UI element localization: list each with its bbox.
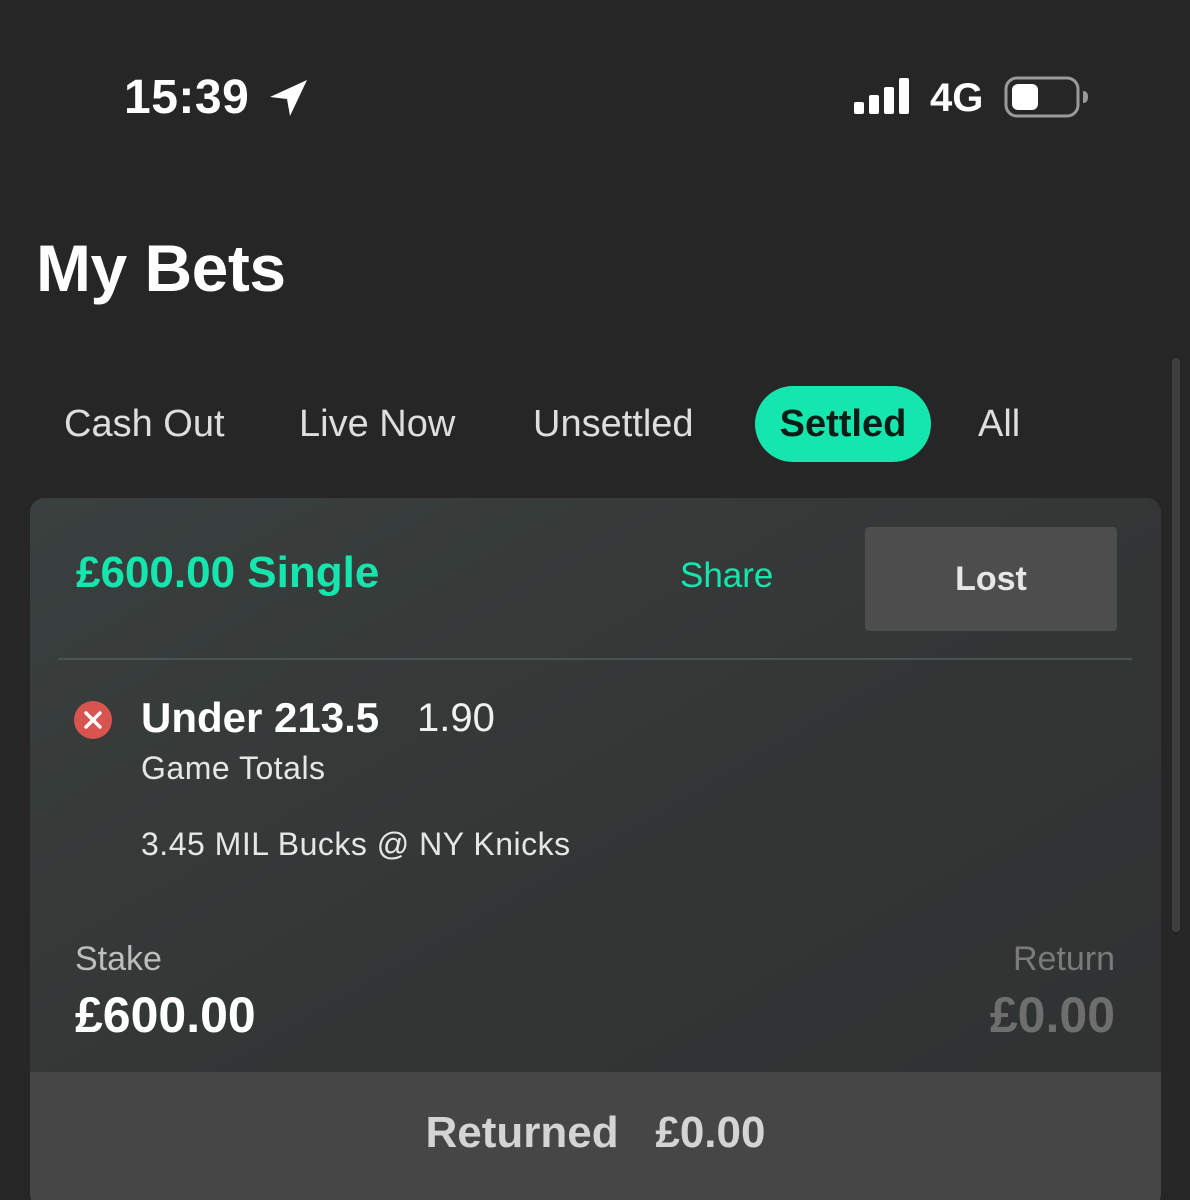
- selection-odds: 1.90: [417, 696, 495, 740]
- stake-label: Stake: [75, 940, 162, 978]
- selection-name: Under 213.5: [141, 694, 380, 741]
- battery-icon: [1004, 76, 1088, 118]
- tab-live-now[interactable]: Live Now: [299, 386, 455, 462]
- scrollbar[interactable]: [1172, 358, 1180, 932]
- returned-value: £0.00: [655, 1108, 766, 1157]
- divider: [58, 658, 1132, 660]
- page-title: My Bets: [36, 231, 286, 305]
- share-button[interactable]: Share: [680, 556, 773, 596]
- tab-settled[interactable]: Settled: [755, 386, 931, 462]
- location-arrow-icon: [270, 80, 307, 116]
- lost-x-icon: [74, 701, 112, 739]
- status-badge: Lost: [865, 527, 1117, 631]
- bet-card[interactable]: £600.00 Single Share Lost Under 213.5 1.…: [30, 498, 1161, 1200]
- stake-value: £600.00: [75, 987, 256, 1043]
- network-type: 4G: [930, 76, 984, 120]
- event-name[interactable]: 3.45 MIL Bucks @ NY Knicks: [141, 826, 571, 863]
- returned-text: Returned £0.00: [30, 1108, 1161, 1158]
- tab-cash-out[interactable]: Cash Out: [64, 386, 225, 462]
- status-time: 15:39: [124, 71, 250, 124]
- signal-bars-icon: [854, 78, 909, 114]
- bet-title: £600.00 Single: [76, 548, 380, 597]
- return-label: Return: [1012, 940, 1115, 978]
- tab-unsettled[interactable]: Unsettled: [533, 386, 694, 462]
- tab-all[interactable]: All: [978, 386, 1020, 462]
- return-value: £0.00: [989, 987, 1115, 1043]
- my-bets-screen: 15:39 4G My Bets Cash Out Live Now Unset…: [0, 0, 1190, 1200]
- market-name: Game Totals: [141, 750, 326, 786]
- returned-label: Returned: [425, 1108, 619, 1157]
- returned-bar: Returned £0.00: [30, 1072, 1161, 1200]
